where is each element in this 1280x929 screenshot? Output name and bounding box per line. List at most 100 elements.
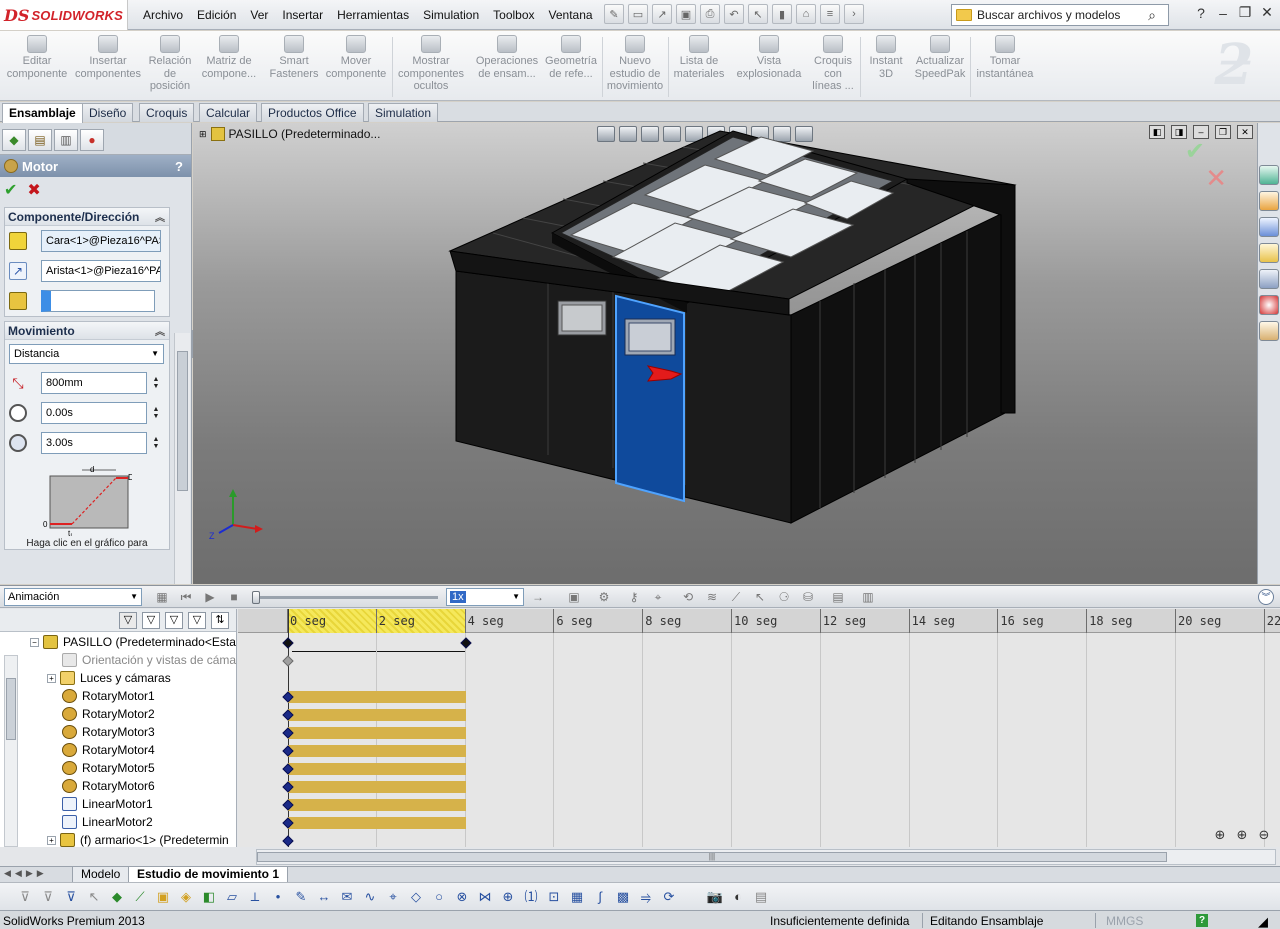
motion-type-select[interactable]: Distancia: [9, 344, 164, 364]
resize-grip-icon[interactable]: ◢: [1258, 914, 1268, 929]
distance-field[interactable]: 800mm: [41, 372, 147, 394]
menu-edicion[interactable]: Edición: [190, 8, 243, 22]
filter-toggle-icon[interactable]: ⊽: [16, 888, 34, 906]
status-units[interactable]: MMGS: [1106, 914, 1143, 928]
tree-row-orientation[interactable]: Orientación y vistas de cáma: [0, 651, 237, 669]
select-note-icon[interactable]: ✉: [338, 888, 356, 906]
spring-icon[interactable]: ≋: [704, 589, 720, 605]
motion-header[interactable]: Movimiento ︽: [5, 322, 169, 340]
collapse-chevron-icon[interactable]: ︽: [155, 323, 165, 338]
select-pattern-icon[interactable]: ▩: [614, 888, 632, 906]
study-type-select[interactable]: Animación: [4, 588, 142, 606]
pin-icon[interactable]: ✎: [604, 4, 624, 24]
playback-slider-knob[interactable]: [252, 591, 260, 604]
playback-slider[interactable]: [252, 591, 438, 604]
solidworks-resources-icon[interactable]: [1259, 165, 1279, 185]
select-gtol-icon[interactable]: ⊡: [545, 888, 563, 906]
reference-component-field[interactable]: [41, 290, 155, 312]
face-selection-field[interactable]: Cara<1>@Pieza16^PASILLO: [41, 230, 161, 252]
select-plane-icon[interactable]: ▱: [223, 888, 241, 906]
snapshot-camera-icon[interactable]: 📷: [706, 888, 724, 906]
menu-herramientas[interactable]: Herramientas: [330, 8, 416, 22]
rebuild-icon[interactable]: ▮: [772, 4, 792, 24]
print-preview-icon[interactable]: ▤: [752, 888, 770, 906]
gravity-icon[interactable]: ⛁: [800, 589, 816, 605]
add-key-icon[interactable]: ⌖: [650, 589, 666, 605]
help-icon[interactable]: ?: [1192, 5, 1210, 21]
select-mate-icon[interactable]: ⊗: [453, 888, 471, 906]
select-spline-icon[interactable]: ∫: [591, 888, 609, 906]
property-manager-tab-icon[interactable]: ▤: [28, 129, 52, 151]
custom-properties-icon[interactable]: [1259, 321, 1279, 341]
duration-field[interactable]: 3.00s: [41, 432, 147, 454]
select-weld-icon[interactable]: ∿: [361, 888, 379, 906]
tree-scrollbar[interactable]: [4, 655, 18, 847]
tab-simulation[interactable]: Simulation: [368, 103, 439, 122]
exploded-view-button[interactable]: Vista explosionada: [732, 35, 806, 80]
direction-arrow-icon[interactable]: ↗: [9, 262, 27, 280]
results-plots-icon[interactable]: ▤: [830, 589, 846, 605]
pm-scroll-thumb[interactable]: [177, 351, 188, 491]
tree-row-rotarymotor2[interactable]: RotaryMotor2: [0, 705, 237, 723]
design-library-icon[interactable]: [1259, 217, 1279, 237]
damper-icon[interactable]: ⟋: [728, 589, 744, 605]
tree-row-linearmotor1[interactable]: LinearMotor1: [0, 795, 237, 813]
tree-row-rotarymotor3[interactable]: RotaryMotor3: [0, 723, 237, 741]
select-pointer-icon[interactable]: ↖: [85, 888, 103, 906]
keyframe[interactable]: [282, 835, 294, 847]
tree-row-lights[interactable]: + Luces y cámaras: [0, 669, 237, 687]
menu-archivo[interactable]: Archivo: [136, 8, 190, 22]
motor-duration-bar[interactable]: [288, 799, 466, 811]
new-document-icon[interactable]: ▭: [628, 4, 648, 24]
distance-spinner[interactable]: ▲ ▼: [149, 372, 163, 394]
bom-button[interactable]: Lista de materiales: [670, 35, 728, 80]
expand-toggle[interactable]: +: [47, 673, 56, 683]
zoom-out-timeline-icon[interactable]: ⊖: [1256, 827, 1272, 843]
play-from-start-icon[interactable]: ⏮: [178, 589, 194, 605]
select-loop-icon[interactable]: ⟳: [660, 888, 678, 906]
close-icon[interactable]: ✕: [1258, 4, 1276, 21]
pm-scrollbar[interactable]: [174, 333, 190, 584]
file-explorer-icon[interactable]: [1259, 243, 1279, 263]
start-time-field[interactable]: 0.00s: [41, 402, 147, 424]
select-sketch-icon[interactable]: ✎: [292, 888, 310, 906]
select-balloon-icon[interactable]: ⑴: [522, 888, 540, 906]
tree-row-linearmotor2[interactable]: LinearMotor2: [0, 813, 237, 831]
edit-component-button[interactable]: Editar componente: [4, 35, 70, 80]
collapse-toggle[interactable]: −: [30, 637, 39, 647]
collapse-chevron-icon[interactable]: ︽: [155, 209, 165, 224]
select-cosmetic-icon[interactable]: ⋈: [476, 888, 494, 906]
collapse-motion-manager-icon[interactable]: ︾: [1258, 589, 1274, 605]
graphics-area[interactable]: ⊞ PASILLO (Predeterminado... ◧ ◨ – ❐ ✕ ✔…: [193, 123, 1257, 584]
stop-icon[interactable]: ■: [226, 589, 242, 605]
menu-insertar[interactable]: Insertar: [275, 8, 330, 22]
select-route-icon[interactable]: ⥤: [637, 888, 655, 906]
file-properties-icon[interactable]: ⌂: [796, 4, 816, 24]
more-icon[interactable]: ›: [844, 4, 864, 24]
contact-icon[interactable]: ⚆: [776, 589, 792, 605]
playback-mode-icon[interactable]: →: [530, 589, 546, 605]
speedpak-button[interactable]: Actualizar SpeedPak: [912, 35, 968, 80]
tab-motion-study-1[interactable]: Estudio de movimiento 1: [128, 867, 289, 883]
view-palette-icon[interactable]: [1259, 269, 1279, 289]
new-motion-study-button[interactable]: Nuevo estudio de movimiento: [604, 35, 666, 93]
component-direction-header[interactable]: Componente/Dirección ︽: [5, 208, 169, 226]
select-icon[interactable]: ↖: [748, 4, 768, 24]
select-datum-icon[interactable]: ⌖: [384, 888, 402, 906]
expand-toggle[interactable]: +: [47, 835, 56, 845]
menu-toolbox[interactable]: Toolbox: [486, 8, 541, 22]
filter-driving-icon[interactable]: ▽: [142, 612, 160, 629]
status-help-icon[interactable]: ?: [1196, 914, 1208, 927]
ok-check-icon[interactable]: ✔: [4, 180, 17, 200]
save-icon[interactable]: ▣: [676, 4, 696, 24]
appearances-icon[interactable]: [1259, 295, 1279, 315]
assembly-keyframe[interactable]: [282, 637, 294, 649]
calculate-icon[interactable]: ▦: [154, 589, 170, 605]
select-hole-icon[interactable]: ○: [430, 888, 448, 906]
filter-clear-icon[interactable]: ⊽: [39, 888, 57, 906]
assembly-keyframe[interactable]: [459, 637, 472, 649]
motor-duration-bar[interactable]: [288, 727, 466, 739]
select-component-icon[interactable]: ◧: [200, 888, 218, 906]
print-icon[interactable]: ⎙: [700, 4, 720, 24]
select-edge-icon[interactable]: ⟋: [131, 888, 149, 906]
